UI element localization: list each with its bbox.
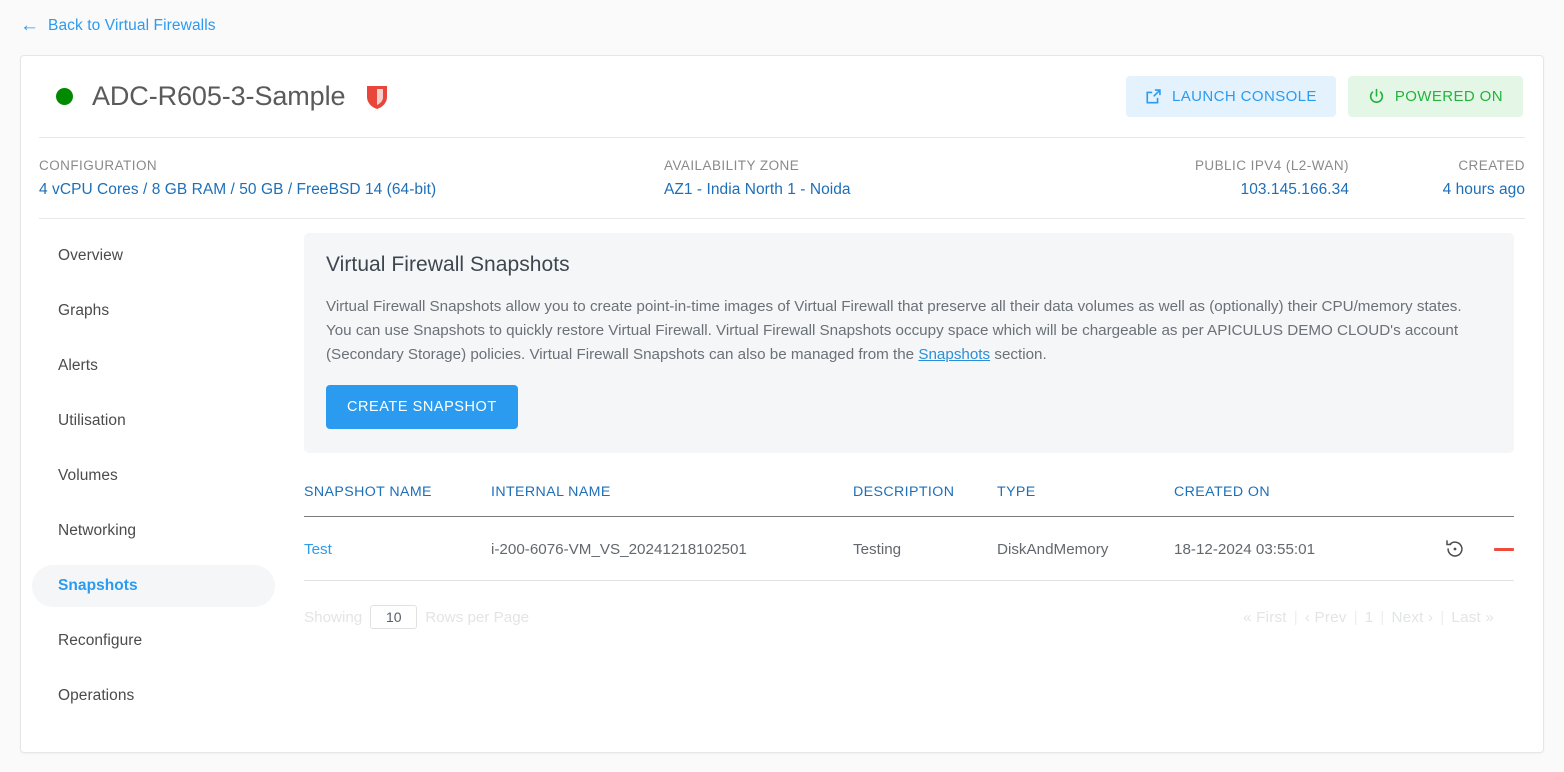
snapshots-table: SNAPSHOT NAME INTERNAL NAME DESCRIPTION … xyxy=(304,484,1514,581)
column-header-snapshot-name[interactable]: SNAPSHOT NAME xyxy=(304,484,491,517)
info-value[interactable]: 103.145.166.34 xyxy=(1241,181,1349,199)
back-link-label: Back to Virtual Firewalls xyxy=(48,17,216,35)
pagination-first[interactable]: « First xyxy=(1243,609,1287,626)
power-icon xyxy=(1368,88,1385,105)
info-value[interactable]: AZ1 - India North 1 - Noida xyxy=(664,181,1084,199)
info-label: CREATED xyxy=(1458,158,1525,173)
info-availability-zone: AVAILABILITY ZONE AZ1 - India North 1 - … xyxy=(664,158,1084,199)
card-header: ADC-R605-3-Sample LAUNCH CONSOLE xyxy=(21,56,1543,137)
column-header-type[interactable]: TYPE xyxy=(997,484,1174,517)
info-label: PUBLIC IPV4 (L2-WAN) xyxy=(1195,158,1349,173)
sidebar-item-alerts[interactable]: Alerts xyxy=(32,345,275,387)
info-created: CREATED 4 hours ago xyxy=(1349,158,1525,199)
showing-label: Showing xyxy=(304,609,362,626)
sidebar-item-label: Overview xyxy=(58,247,123,265)
revert-icon[interactable] xyxy=(1444,538,1466,560)
sidebar-item-label: Graphs xyxy=(58,302,109,320)
header-actions: LAUNCH CONSOLE POWERED ON xyxy=(1126,76,1523,117)
info-label: CONFIGURATION xyxy=(39,158,664,173)
cell-snapshot-name: Test xyxy=(304,517,491,581)
snapshots-section-link[interactable]: Snapshots xyxy=(918,346,990,363)
panel-description-part1: Virtual Firewall Snapshots allow you to … xyxy=(326,298,1462,363)
arrow-left-icon: ← xyxy=(20,16,39,35)
sidebar-item-label: Reconfigure xyxy=(58,632,142,650)
info-public-ipv4: PUBLIC IPV4 (L2-WAN) 103.145.166.34 xyxy=(1084,158,1349,199)
sidebar-item-label: Networking xyxy=(58,522,136,540)
column-header-internal-name[interactable]: INTERNAL NAME xyxy=(491,484,853,517)
snapshot-name-link[interactable]: Test xyxy=(304,541,332,558)
create-snapshot-button[interactable]: CREATE SNAPSHOT xyxy=(326,385,518,429)
detail-body: Overview Graphs Alerts Utilisation Volum… xyxy=(21,219,1543,730)
panel-description: Virtual Firewall Snapshots allow you to … xyxy=(326,295,1482,367)
table-header-row: SNAPSHOT NAME INTERNAL NAME DESCRIPTION … xyxy=(304,484,1514,517)
pagination-separator: | xyxy=(1354,609,1358,626)
cell-description: Testing xyxy=(853,517,997,581)
sidebar-item-overview[interactable]: Overview xyxy=(32,235,275,277)
table-row: Test i-200-6076-VM_VS_20241218102501 Tes… xyxy=(304,517,1514,581)
cell-actions xyxy=(1394,517,1514,581)
sidebar-item-graphs[interactable]: Graphs xyxy=(32,290,275,332)
pagination-next[interactable]: Next › xyxy=(1392,609,1434,626)
launch-console-label: LAUNCH CONSOLE xyxy=(1172,88,1317,105)
power-state-button[interactable]: POWERED ON xyxy=(1348,76,1523,117)
cell-internal-name: i-200-6076-VM_VS_20241218102501 xyxy=(491,517,853,581)
pagination-current-page: 1 xyxy=(1365,609,1374,626)
sidebar-item-label: Operations xyxy=(58,687,134,705)
info-configuration: CONFIGURATION 4 vCPU Cores / 8 GB RAM / … xyxy=(39,158,664,199)
sidebar-item-label: Snapshots xyxy=(58,577,138,595)
sidebar-item-volumes[interactable]: Volumes xyxy=(32,455,275,497)
snapshots-content: Virtual Firewall Snapshots Virtual Firew… xyxy=(286,219,1543,730)
page-title: ADC-R605-3-Sample xyxy=(92,81,345,112)
snapshots-info-panel: Virtual Firewall Snapshots Virtual Firew… xyxy=(304,233,1514,453)
pagination-separator: | xyxy=(1440,609,1444,626)
info-value[interactable]: 4 vCPU Cores / 8 GB RAM / 50 GB / FreeBS… xyxy=(39,181,664,199)
column-header-actions xyxy=(1394,484,1514,517)
sidebar-item-label: Alerts xyxy=(58,357,98,375)
launch-console-button[interactable]: LAUNCH CONSOLE xyxy=(1126,76,1336,117)
column-header-description[interactable]: DESCRIPTION xyxy=(853,484,997,517)
sidebar-item-label: Volumes xyxy=(58,467,118,485)
cell-created-on: 18-12-2024 03:55:01 xyxy=(1174,517,1394,581)
pagination-prev[interactable]: ‹ Prev xyxy=(1305,609,1347,626)
info-strip: CONFIGURATION 4 vCPU Cores / 8 GB RAM / … xyxy=(21,138,1543,218)
shield-icon xyxy=(366,84,388,110)
detail-sidebar: Overview Graphs Alerts Utilisation Volum… xyxy=(21,219,286,730)
pagination-controls: « First | ‹ Prev | 1 | Next › | Last » xyxy=(1243,609,1514,626)
info-value[interactable]: 4 hours ago xyxy=(1443,181,1525,199)
sidebar-item-reconfigure[interactable]: Reconfigure xyxy=(32,620,275,662)
external-link-icon xyxy=(1145,88,1162,105)
pagination-separator: | xyxy=(1294,609,1298,626)
rows-per-page-label: Rows per Page xyxy=(425,609,529,626)
status-dot-running xyxy=(56,88,73,105)
power-state-label: POWERED ON xyxy=(1395,88,1503,105)
rows-per-page-input[interactable] xyxy=(370,605,417,629)
pagination-bar: Showing Rows per Page « First | ‹ Prev |… xyxy=(304,605,1514,629)
sidebar-item-operations[interactable]: Operations xyxy=(32,675,275,717)
info-label: AVAILABILITY ZONE xyxy=(664,158,1084,173)
column-header-created-on[interactable]: CREATED ON xyxy=(1174,484,1394,517)
delete-icon[interactable] xyxy=(1494,548,1514,551)
pagination-separator: | xyxy=(1380,609,1384,626)
virtual-firewall-detail-card: ADC-R605-3-Sample LAUNCH CONSOLE xyxy=(20,55,1544,753)
sidebar-item-utilisation[interactable]: Utilisation xyxy=(32,400,275,442)
pagination-last[interactable]: Last » xyxy=(1451,609,1494,626)
panel-description-part2: section. xyxy=(990,346,1047,363)
back-to-virtual-firewalls-link[interactable]: ← Back to Virtual Firewalls xyxy=(20,12,216,40)
sidebar-item-label: Utilisation xyxy=(58,412,126,430)
sidebar-item-snapshots[interactable]: Snapshots xyxy=(32,565,275,607)
panel-title: Virtual Firewall Snapshots xyxy=(326,253,1492,277)
rows-per-page-group: Showing Rows per Page xyxy=(304,605,529,629)
sidebar-item-networking[interactable]: Networking xyxy=(32,510,275,552)
cell-type: DiskAndMemory xyxy=(997,517,1174,581)
